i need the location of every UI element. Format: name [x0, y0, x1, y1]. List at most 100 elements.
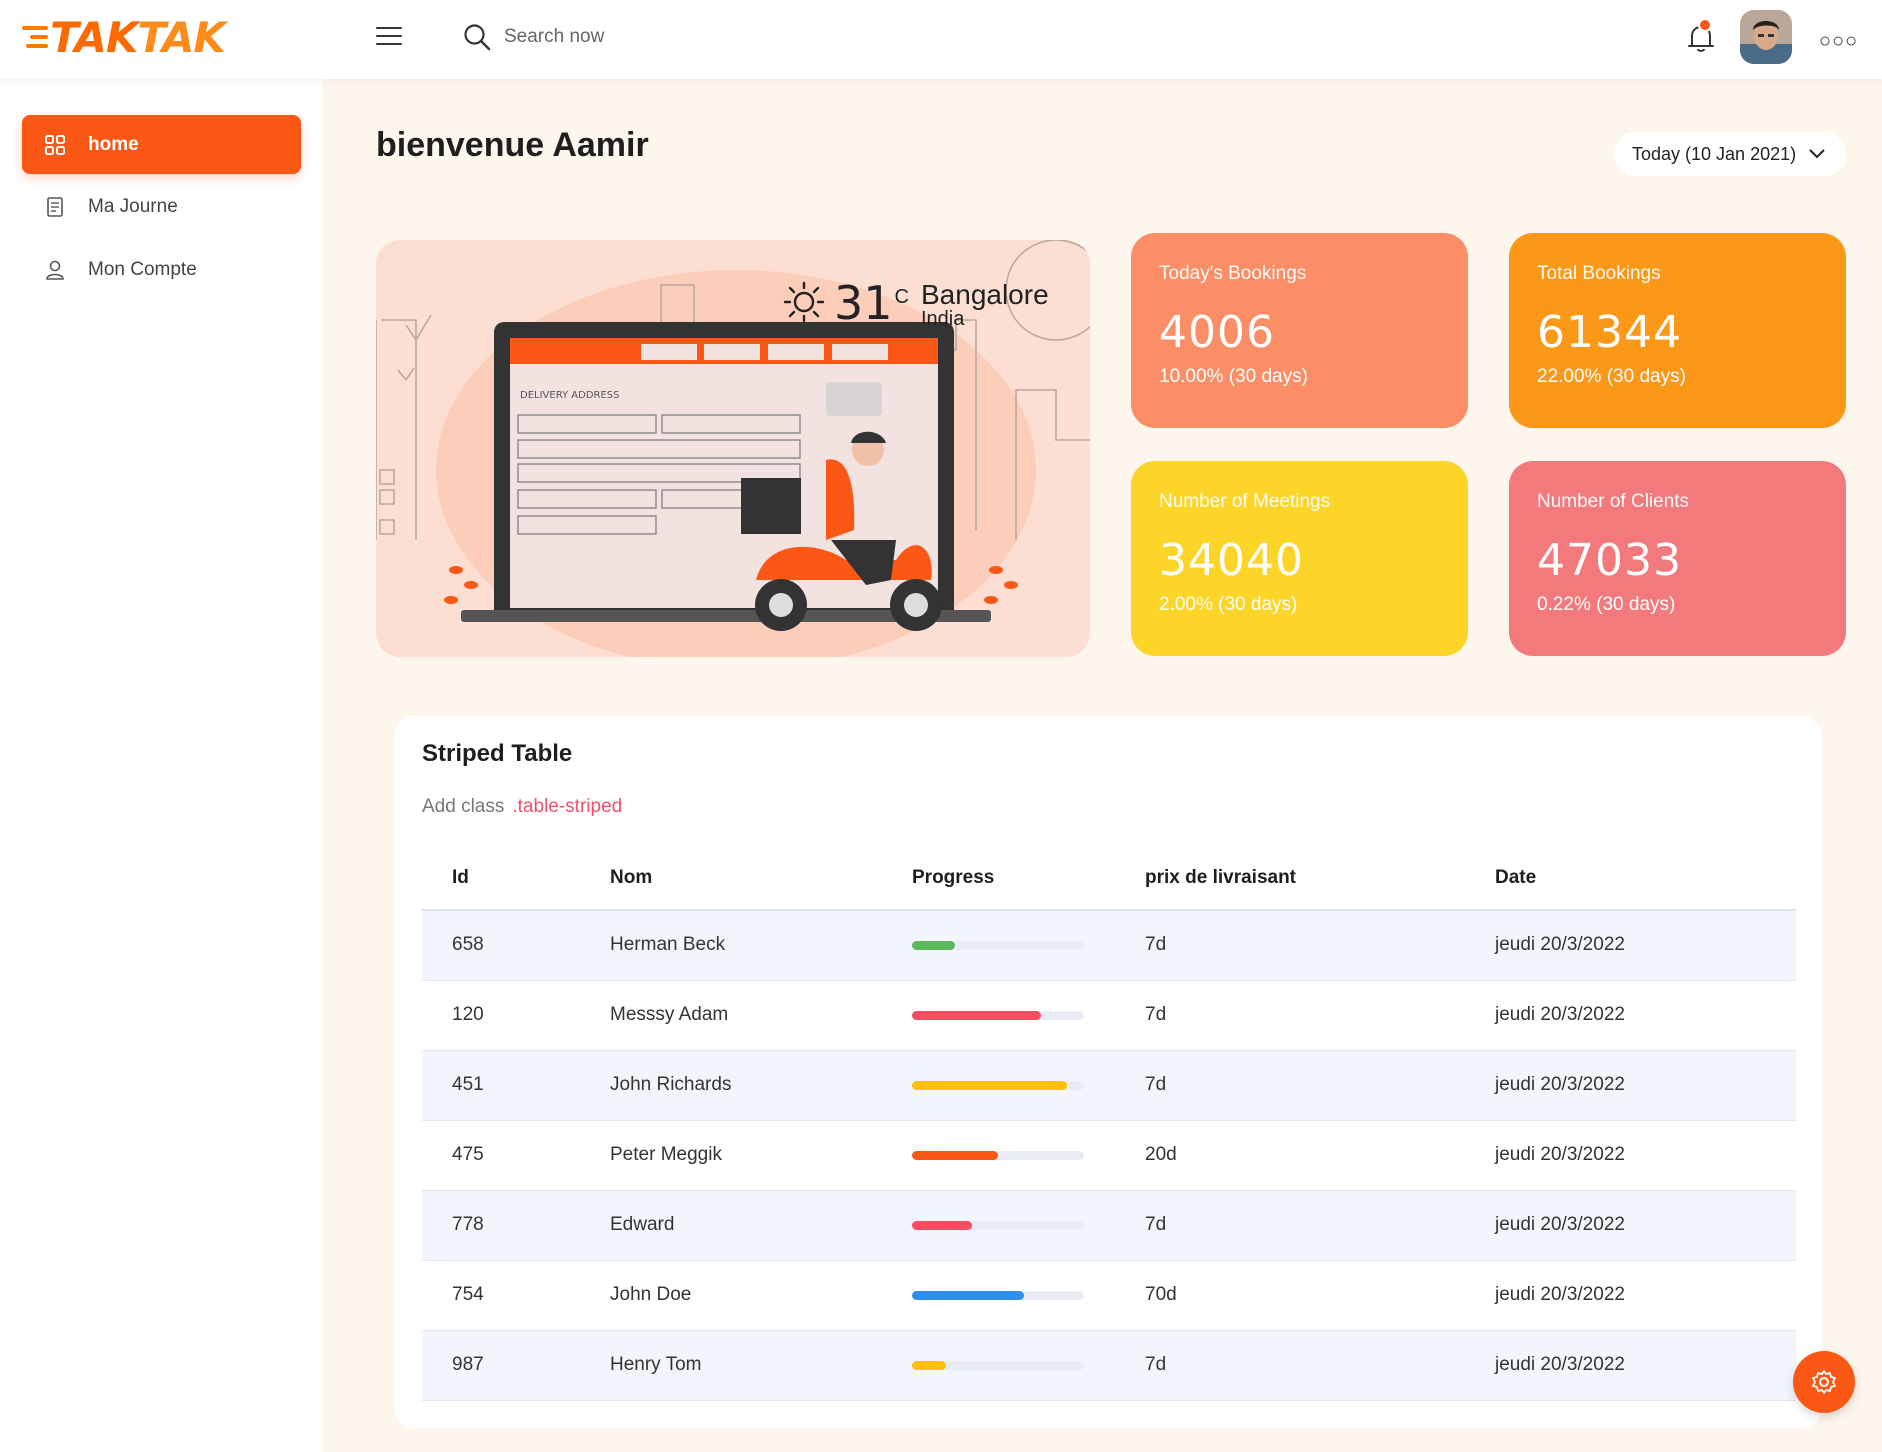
progress-bar: [912, 1150, 1084, 1160]
chevron-down-icon: [1809, 149, 1825, 159]
sun-icon: [783, 281, 825, 323]
cell-price: 7d: [1115, 980, 1465, 1051]
cell-progress: [882, 1190, 1115, 1261]
cell-price: 7d: [1115, 1050, 1465, 1121]
progress-bar: [912, 1010, 1084, 1020]
sidebar-item-home[interactable]: home: [22, 115, 301, 174]
sidebar-item-label: home: [88, 133, 139, 155]
column-header-price[interactable]: prix de livraisant: [1115, 846, 1465, 911]
data-table: Id Nom Progress prix de livraisant Date …: [422, 846, 1796, 1401]
cell-date: jeudi 20/3/2022: [1465, 980, 1796, 1051]
cell-id: 475: [422, 1120, 580, 1191]
weather-temp: 31: [834, 276, 893, 330]
cell-date: jeudi 20/3/2022: [1465, 1190, 1796, 1261]
progress-bar-fill: [912, 1150, 998, 1160]
stat-change: 2.00% (30 days): [1159, 594, 1298, 615]
weather-widget: 31 C Bangalore India: [782, 280, 1049, 329]
search-bar: [462, 22, 804, 52]
cell-progress: [882, 980, 1115, 1051]
stat-label: Today's Bookings: [1159, 263, 1307, 284]
weather-city: Bangalore: [921, 279, 1049, 310]
search-icon[interactable]: [462, 22, 492, 52]
cell-price: 7d: [1115, 1190, 1465, 1261]
stat-change: 22.00% (30 days): [1537, 366, 1686, 387]
stat-card-todays-bookings[interactable]: Today's Bookings 4006 10.00% (30 days): [1131, 233, 1468, 428]
cell-progress: [882, 1260, 1115, 1331]
stat-value: 34040: [1159, 535, 1304, 586]
cell-id: 778: [422, 1190, 580, 1261]
page-title: bienvenue Aamir: [376, 126, 649, 164]
table-row[interactable]: 658 Herman Beck 7d jeudi 20/3/2022: [422, 910, 1796, 981]
progress-bar-fill: [912, 1080, 1067, 1090]
date-selector[interactable]: Today (10 Jan 2021): [1614, 132, 1846, 176]
cell-name: Messsy Adam: [580, 980, 882, 1051]
cell-price: 70d: [1115, 1260, 1465, 1331]
card-subtitle-code: .table-striped: [512, 796, 623, 817]
progress-bar: [912, 1220, 1084, 1230]
progress-bar-fill: [912, 1290, 1024, 1300]
stat-value: 61344: [1537, 307, 1682, 358]
table-row[interactable]: 987 Henry Tom 7d jeudi 20/3/2022: [422, 1330, 1796, 1401]
cell-progress: [882, 1050, 1115, 1121]
logo[interactable]: TAKTAK: [22, 12, 226, 62]
search-input[interactable]: [504, 26, 804, 48]
stat-card-clients[interactable]: Number of Clients 47033 0.22% (30 days): [1509, 461, 1846, 656]
card-subtitle: Add class .table-striped: [422, 796, 623, 817]
menu-icon[interactable]: [376, 27, 402, 49]
progress-bar: [912, 1290, 1084, 1300]
progress-bar-fill: [912, 1010, 1041, 1020]
table-row[interactable]: 451 John Richards 7d jeudi 20/3/2022: [422, 1050, 1796, 1121]
table-header-row: Id Nom Progress prix de livraisant Date: [422, 846, 1796, 911]
svg-text:DELIVERY ADDRESS: DELIVERY ADDRESS: [520, 390, 620, 401]
progress-bar: [912, 1080, 1084, 1090]
gear-icon: [1812, 1370, 1836, 1394]
notification-dot: [1698, 18, 1712, 32]
stat-change: 10.00% (30 days): [1159, 366, 1308, 387]
cell-date: jeudi 20/3/2022: [1465, 1120, 1796, 1191]
progress-bar-fill: [912, 1360, 947, 1370]
sidebar-item-ma-journe[interactable]: Ma Journe: [22, 177, 301, 236]
more-icon[interactable]: ○○○: [1819, 30, 1858, 53]
progress-bar: [912, 1360, 1084, 1370]
cell-price: 20d: [1115, 1120, 1465, 1191]
column-header-progress[interactable]: Progress: [882, 846, 1115, 911]
table-row[interactable]: 475 Peter Meggik 20d jeudi 20/3/2022: [422, 1120, 1796, 1191]
column-header-id[interactable]: Id: [422, 846, 580, 911]
sidebar: home Ma Journe Mon Compte: [0, 79, 322, 1452]
sidebar-item-mon-compte[interactable]: Mon Compte: [22, 240, 301, 299]
user-icon: [46, 260, 64, 280]
table-row[interactable]: 754 John Doe 70d jeudi 20/3/2022: [422, 1260, 1796, 1331]
stat-label: Number of Meetings: [1159, 491, 1331, 512]
stat-card-total-bookings[interactable]: Total Bookings 61344 22.00% (30 days): [1509, 233, 1846, 428]
stat-label: Number of Clients: [1537, 491, 1690, 512]
column-header-nom[interactable]: Nom: [580, 846, 882, 911]
weather-country: India: [921, 308, 965, 331]
cell-name: John Doe: [580, 1260, 882, 1331]
cell-progress: [882, 1120, 1115, 1191]
stat-card-meetings[interactable]: Number of Meetings 34040 2.00% (30 days): [1131, 461, 1468, 656]
progress-bar-fill: [912, 1220, 973, 1230]
cell-id: 987: [422, 1330, 580, 1401]
cell-date: jeudi 20/3/2022: [1465, 910, 1796, 981]
table-row[interactable]: 120 Messsy Adam 7d jeudi 20/3/2022: [422, 980, 1796, 1051]
sidebar-item-label: Ma Journe: [88, 195, 178, 217]
weather-unit: C: [894, 286, 909, 308]
cell-id: 658: [422, 910, 580, 981]
cell-name: John Richards: [580, 1050, 882, 1121]
cell-id: 120: [422, 980, 580, 1051]
stat-label: Total Bookings: [1537, 263, 1661, 284]
cell-id: 754: [422, 1260, 580, 1331]
striped-table-card: Striped Table Add class .table-striped Id…: [394, 716, 1822, 1428]
column-header-date[interactable]: Date: [1465, 846, 1796, 911]
progress-bar: [912, 940, 1084, 950]
cell-name: Herman Beck: [580, 910, 882, 981]
logo-text: TAKTAK: [50, 12, 226, 62]
document-icon: [47, 196, 63, 217]
settings-button[interactable]: [1793, 1351, 1855, 1413]
top-header: TAKTAK ○○○: [0, 0, 1882, 79]
avatar[interactable]: [1740, 10, 1792, 64]
grid-icon: [45, 134, 65, 155]
table-row[interactable]: 778 Edward 7d jeudi 20/3/2022: [422, 1190, 1796, 1261]
stat-change: 0.22% (30 days): [1537, 594, 1676, 615]
cell-id: 451: [422, 1050, 580, 1121]
